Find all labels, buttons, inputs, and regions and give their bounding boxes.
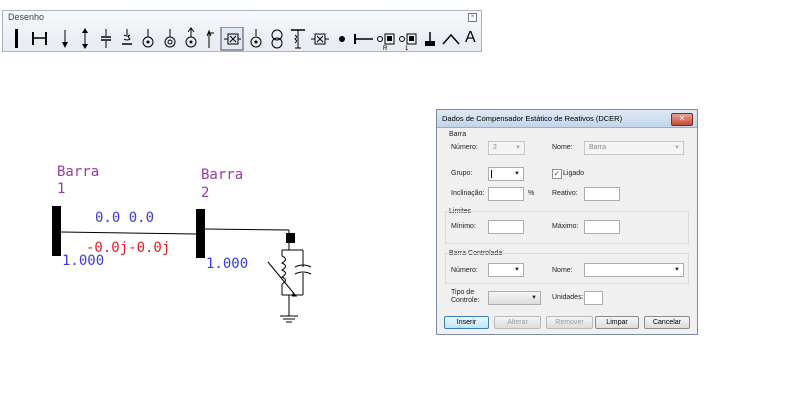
- static-compensator-symbol[interactable]: [204, 228, 312, 323]
- inclinacao-input[interactable]: [488, 187, 524, 201]
- text-tool-icon[interactable]: A: [465, 29, 476, 47]
- toolbar-tools: R 1 A: [9, 27, 477, 51]
- chevron-down-icon: ▼: [514, 267, 520, 273]
- grupo-select[interactable]: ▼: [488, 167, 524, 181]
- nome-label: Nome:: [552, 144, 573, 151]
- bus-2-bar[interactable]: [196, 209, 205, 258]
- tipo-controle-select[interactable]: ▼: [488, 291, 541, 305]
- shunt-reactor-tool-icon[interactable]: [122, 29, 132, 45]
- bc-numero-select[interactable]: ▼: [488, 263, 524, 277]
- flow-from-value: 0.0 0.0: [95, 210, 155, 226]
- remover-button[interactable]: Remover: [546, 316, 593, 329]
- inclinacao-unit: %: [528, 190, 535, 197]
- bc-nome-select[interactable]: ▼: [584, 263, 684, 277]
- nome-value: Barra: [589, 144, 607, 151]
- unidades-input[interactable]: [584, 291, 603, 305]
- inclinacao-label: Inclinação:: [451, 190, 485, 197]
- angle-tool-icon[interactable]: [442, 33, 460, 45]
- bus-2-voltage: 1.000: [206, 256, 249, 272]
- toolbar-icons: R 1: [15, 27, 460, 51]
- arrow-tool-icon[interactable]: [206, 29, 214, 48]
- bus-2-name: Barra: [201, 167, 244, 183]
- dialog-close-button[interactable]: ✕: [671, 113, 693, 126]
- ligado-label: Ligado: [563, 170, 585, 177]
- three-winding-tool-icon[interactable]: [291, 29, 305, 49]
- tipo-controle-label-2: Controle:: [451, 297, 480, 304]
- numero-select[interactable]: 2 ▼: [488, 141, 525, 155]
- bc-nome-label: Nome:: [552, 267, 573, 274]
- one-line-diagram: Barra 1 Barra 2 0.0 0.0 -0.0j-0.0j 1.000…: [0, 150, 420, 340]
- chevron-down-icon: ▼: [514, 171, 520, 177]
- nome-select[interactable]: Barra ▼: [584, 141, 684, 155]
- controlled-device-r-tool-icon[interactable]: R: [377, 33, 395, 51]
- minimo-label: Mínimo:: [451, 223, 476, 230]
- generator-tool-icon[interactable]: [82, 28, 88, 49]
- toolbar-title: Desenho: [8, 12, 45, 22]
- series-device-tool-icon[interactable]: [311, 33, 329, 45]
- static-compensator-tool-icon[interactable]: [220, 27, 244, 51]
- maximo-label: Máximo:: [552, 223, 579, 230]
- dialog-titlebar: Dados de Compensador Estático de Reativo…: [437, 110, 697, 128]
- shunt-b-tool-icon[interactable]: [164, 29, 176, 48]
- barra-group-label: Barra: [449, 131, 467, 138]
- load-tool-icon[interactable]: [62, 30, 68, 48]
- bc-numero-label: Número:: [451, 267, 478, 274]
- reativo-input[interactable]: [584, 187, 620, 201]
- shunt-c-tool-icon[interactable]: [185, 27, 197, 48]
- shunt-a-tool-icon[interactable]: [142, 29, 154, 48]
- cancelar-button[interactable]: Cancelar: [644, 316, 690, 329]
- grupo-label: Grupo:: [451, 170, 473, 177]
- text-caret: [491, 170, 492, 178]
- shunt-capacitor-tool-icon[interactable]: [101, 29, 111, 48]
- bus-1-voltage: 1.000: [62, 253, 105, 269]
- dcer-dialog: Dados de Compensador Estático de Reativo…: [436, 109, 698, 335]
- toolbar-close-button[interactable]: ×: [468, 13, 477, 22]
- unidades-label: Unidades:: [552, 294, 584, 301]
- minimo-input[interactable]: [488, 220, 524, 234]
- ligado-checkbox[interactable]: ✓: [552, 169, 562, 179]
- node-tool-icon[interactable]: [339, 36, 345, 42]
- bus-1-number: 1: [57, 181, 66, 197]
- chevron-down-icon: ▼: [531, 295, 537, 301]
- numero-value: 2: [493, 144, 497, 151]
- inserir-button[interactable]: Inserir: [444, 316, 489, 329]
- line-1-2[interactable]: [60, 231, 197, 235]
- reativo-label: Reativo:: [552, 190, 578, 197]
- controlled-device-1-tool-icon[interactable]: 1: [399, 33, 417, 51]
- bus-1-bar[interactable]: [52, 206, 61, 256]
- series-line-tool-icon[interactable]: [354, 34, 373, 44]
- bus-1-name: Barra: [57, 164, 100, 180]
- bus-2-number: 2: [201, 185, 210, 201]
- svg-text:R: R: [383, 46, 388, 51]
- line-tool-icon[interactable]: [32, 32, 47, 45]
- chevron-down-icon: ▼: [515, 145, 521, 151]
- limpar-button[interactable]: Limpar: [595, 316, 639, 329]
- tipo-controle-label-1: Tipo de: [451, 289, 475, 296]
- drawing-toolbar: Desenho × R 1 A: [2, 10, 482, 52]
- switch-tool-icon[interactable]: [425, 32, 435, 46]
- ground-tool-icon[interactable]: [250, 29, 262, 48]
- bar-tool-icon[interactable]: [15, 29, 18, 48]
- maximo-input[interactable]: [584, 220, 620, 234]
- alterar-button[interactable]: Alterar: [494, 316, 541, 329]
- numero-label: Número:: [451, 144, 478, 151]
- chevron-down-icon: ▼: [674, 145, 680, 151]
- dialog-title: Dados de Compensador Estático de Reativo…: [442, 114, 623, 123]
- chevron-down-icon: ▼: [674, 267, 680, 273]
- transformer-tool-icon[interactable]: [271, 29, 283, 49]
- toolbar-titlebar: Desenho ×: [3, 11, 481, 25]
- svg-text:1: 1: [405, 46, 409, 51]
